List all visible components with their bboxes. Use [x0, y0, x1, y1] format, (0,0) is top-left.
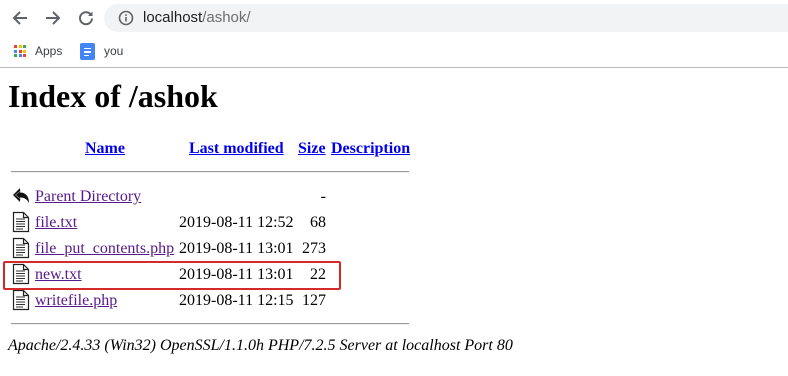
forward-button[interactable] — [41, 6, 65, 30]
bookmark-you[interactable]: you — [80, 41, 123, 61]
table-row-file-txt: file.txt 2019-08-11 12:52 68 — [0, 211, 420, 235]
server-signature: Apache/2.4.33 (Win32) OpenSSL/1.1.0h PHP… — [8, 337, 513, 354]
reload-icon — [79, 11, 93, 26]
page-title: Index of /ashok — [8, 78, 218, 114]
file-link[interactable]: file_put_contents.php — [35, 240, 174, 258]
text-file-icon — [12, 289, 30, 311]
text-file-icon — [12, 237, 30, 259]
file-link[interactable]: writefile.php — [35, 292, 117, 310]
file-size: - — [320, 188, 326, 205]
highlight-box — [3, 261, 341, 290]
back-arrow-icon — [13, 188, 29, 203]
back-button[interactable] — [8, 6, 32, 30]
last-modified: 2019-08-11 12:15 — [179, 292, 294, 309]
file-link[interactable]: file.txt — [35, 214, 77, 232]
url-host: localhost — [143, 9, 203, 26]
table-row-parent-directory: Parent Directory - — [0, 185, 420, 209]
file-size: 68 — [310, 214, 326, 231]
table-row-file-put-contents-php: file_put_contents.php 2019-08-11 13:01 2… — [0, 237, 420, 261]
bookmarks-bar: Apps you — [0, 36, 788, 67]
url-text: localhost/ashok/ — [143, 9, 251, 27]
sort-by-description-link[interactable]: Description — [331, 140, 410, 158]
google-docs-icon — [80, 42, 95, 60]
sort-by-last-modified-link[interactable]: Last modified — [189, 140, 284, 158]
last-modified: 2019-08-11 12:52 — [179, 214, 294, 231]
file-size: 127 — [302, 292, 326, 309]
address-bar[interactable]: localhost/ashok/ — [104, 4, 788, 32]
info-icon[interactable] — [118, 10, 134, 26]
sort-by-size-link[interactable]: Size — [298, 140, 326, 158]
text-file-icon — [12, 211, 30, 233]
file-size: 273 — [302, 240, 326, 257]
table-divider-top — [11, 171, 409, 173]
browser-toolbar: localhost/ashok/ — [0, 0, 788, 36]
apps-grid-icon — [14, 45, 26, 57]
url-path: /ashok/ — [202, 9, 251, 26]
parent-directory-link[interactable]: Parent Directory — [35, 188, 141, 206]
last-modified: 2019-08-11 13:01 — [179, 240, 294, 257]
bookmark-label: you — [104, 44, 124, 58]
bookmark-apps[interactable]: Apps — [14, 41, 62, 61]
reload-button[interactable] — [74, 6, 98, 30]
table-row-writefile-php: writefile.php 2019-08-11 12:15 127 — [0, 289, 420, 313]
bookmark-label: Apps — [35, 44, 63, 58]
forward-arrow-icon — [46, 11, 61, 25]
back-arrow-icon — [12, 11, 27, 25]
table-divider-bottom — [11, 323, 409, 325]
sort-by-name-link[interactable]: Name — [85, 140, 125, 158]
chrome-divider — [0, 67, 788, 68]
